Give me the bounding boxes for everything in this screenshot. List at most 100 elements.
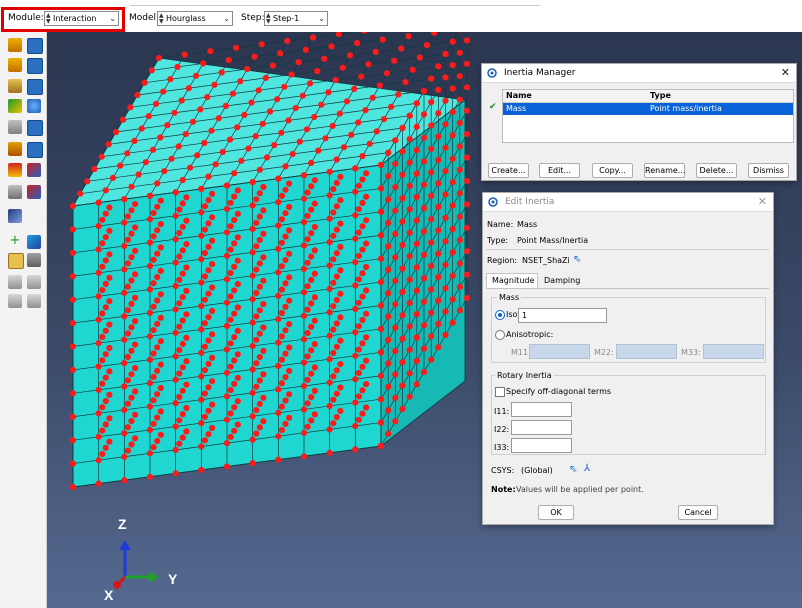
create-dashpot-icon[interactable]: [27, 185, 41, 199]
node-point: [399, 312, 406, 319]
select-arrow-icon[interactable]: ⇖: [573, 254, 581, 265]
node-point: [189, 118, 197, 125]
triad-tool-icon[interactable]: [27, 294, 41, 308]
node-point: [150, 303, 157, 310]
i11-input[interactable]: [511, 402, 572, 417]
datum-axis-icon[interactable]: [27, 235, 41, 249]
node-point: [449, 179, 456, 186]
m22-input[interactable]: [616, 344, 677, 359]
csys-icon[interactable]: [27, 275, 41, 289]
isotropic-input[interactable]: 1: [518, 308, 607, 323]
node-point: [399, 405, 406, 413]
create-spring-icon[interactable]: [8, 185, 22, 199]
model-combo[interactable]: ▲ ▼ Hourglass ⌄: [157, 11, 233, 26]
close-icon[interactable]: ✕: [781, 64, 790, 82]
offdiag-checkbox[interactable]: [495, 387, 505, 397]
interaction-manager-icon[interactable]: [27, 38, 43, 54]
node-point: [95, 386, 102, 393]
step-combo[interactable]: ▲ ▼ Step-1 ⌄: [264, 11, 328, 26]
create-button[interactable]: Create...: [488, 163, 529, 178]
dismiss-button[interactable]: Dismiss: [748, 163, 789, 178]
node-point: [304, 212, 311, 219]
create-reference-point-icon[interactable]: [8, 209, 22, 223]
m33-input[interactable]: [703, 344, 764, 359]
node-point: [435, 156, 442, 164]
create-connector-icon[interactable]: [8, 99, 22, 113]
anisotropic-radio[interactable]: [495, 330, 505, 340]
edit-button[interactable]: Edit...: [539, 163, 580, 178]
csys-label: CSYS:: [491, 466, 515, 475]
node-point: [201, 296, 208, 303]
create-constraint-icon[interactable]: [8, 79, 22, 93]
node-point: [311, 387, 318, 394]
copy-button[interactable]: Copy...: [592, 163, 633, 178]
node-point: [282, 374, 289, 381]
create-interaction-icon[interactable]: [8, 38, 22, 52]
ok-button[interactable]: OK: [538, 505, 574, 520]
tab-magnitude[interactable]: Magnitude: [486, 273, 538, 289]
node-point: [286, 414, 293, 421]
node-point: [286, 344, 293, 351]
property-manager-icon[interactable]: [27, 58, 43, 74]
create-crack-icon[interactable]: [8, 163, 22, 177]
node-point: [281, 83, 288, 90]
node-point: [198, 326, 205, 333]
node-point: [333, 273, 340, 280]
select-arrow-icon[interactable]: ⇖: [569, 464, 577, 475]
node-point: [69, 390, 77, 397]
i22-input[interactable]: [511, 420, 572, 435]
inertia-manager-icon[interactable]: [27, 142, 43, 158]
node-point: [428, 145, 435, 152]
node-point: [179, 364, 186, 371]
node-point: [355, 182, 362, 189]
node-point: [392, 160, 399, 167]
node-point: [201, 343, 208, 350]
close-icon[interactable]: ✕: [758, 193, 767, 211]
dialog-title: Inertia Manager: [504, 68, 576, 78]
delete-button[interactable]: Delete...: [696, 163, 737, 178]
csys-triad-icon[interactable]: ⅄: [584, 463, 590, 474]
node-point: [106, 298, 113, 305]
datum-plane-icon[interactable]: [8, 253, 24, 269]
create-property-icon[interactable]: [8, 58, 22, 72]
node-point: [150, 420, 157, 427]
node-point: [359, 410, 366, 417]
query-icon[interactable]: [8, 294, 22, 308]
node-point: [266, 108, 274, 115]
node-point: [292, 105, 299, 112]
cancel-button[interactable]: Cancel: [678, 505, 718, 520]
constraint-manager-icon[interactable]: [27, 79, 43, 95]
node-point: [304, 189, 311, 196]
node-point: [300, 219, 308, 226]
display-group-icon[interactable]: [8, 275, 22, 289]
tab-damping[interactable]: Damping: [539, 274, 585, 289]
i33-input[interactable]: [511, 438, 572, 453]
node-point: [286, 367, 293, 374]
node-point: [278, 192, 285, 199]
m11-input[interactable]: [529, 344, 590, 359]
node-point: [413, 240, 420, 247]
node-point: [260, 207, 267, 214]
table-row[interactable]: Mass Point mass/inertia: [503, 103, 793, 115]
connector-section-icon[interactable]: [27, 99, 41, 113]
plus-icon[interactable]: +: [8, 234, 22, 249]
node-point: [132, 271, 139, 278]
node-point: [109, 174, 117, 181]
node-point: [183, 404, 190, 412]
partition-icon[interactable]: [27, 253, 41, 267]
fastener-manager-icon[interactable]: [27, 120, 43, 136]
node-point: [120, 116, 127, 123]
node-point: [359, 223, 366, 230]
node-point: [413, 264, 420, 271]
node-point: [337, 290, 344, 297]
node-point: [205, 290, 212, 297]
node-point: [463, 131, 471, 138]
crack-manager-icon[interactable]: [27, 163, 41, 177]
node-point: [435, 86, 442, 93]
node-point: [234, 398, 241, 405]
node-point: [223, 182, 231, 189]
create-inertia-icon[interactable]: [8, 142, 22, 156]
isotropic-radio[interactable]: [495, 310, 505, 320]
create-fastener-icon[interactable]: [8, 120, 22, 134]
rename-button[interactable]: Rename...: [644, 163, 685, 178]
